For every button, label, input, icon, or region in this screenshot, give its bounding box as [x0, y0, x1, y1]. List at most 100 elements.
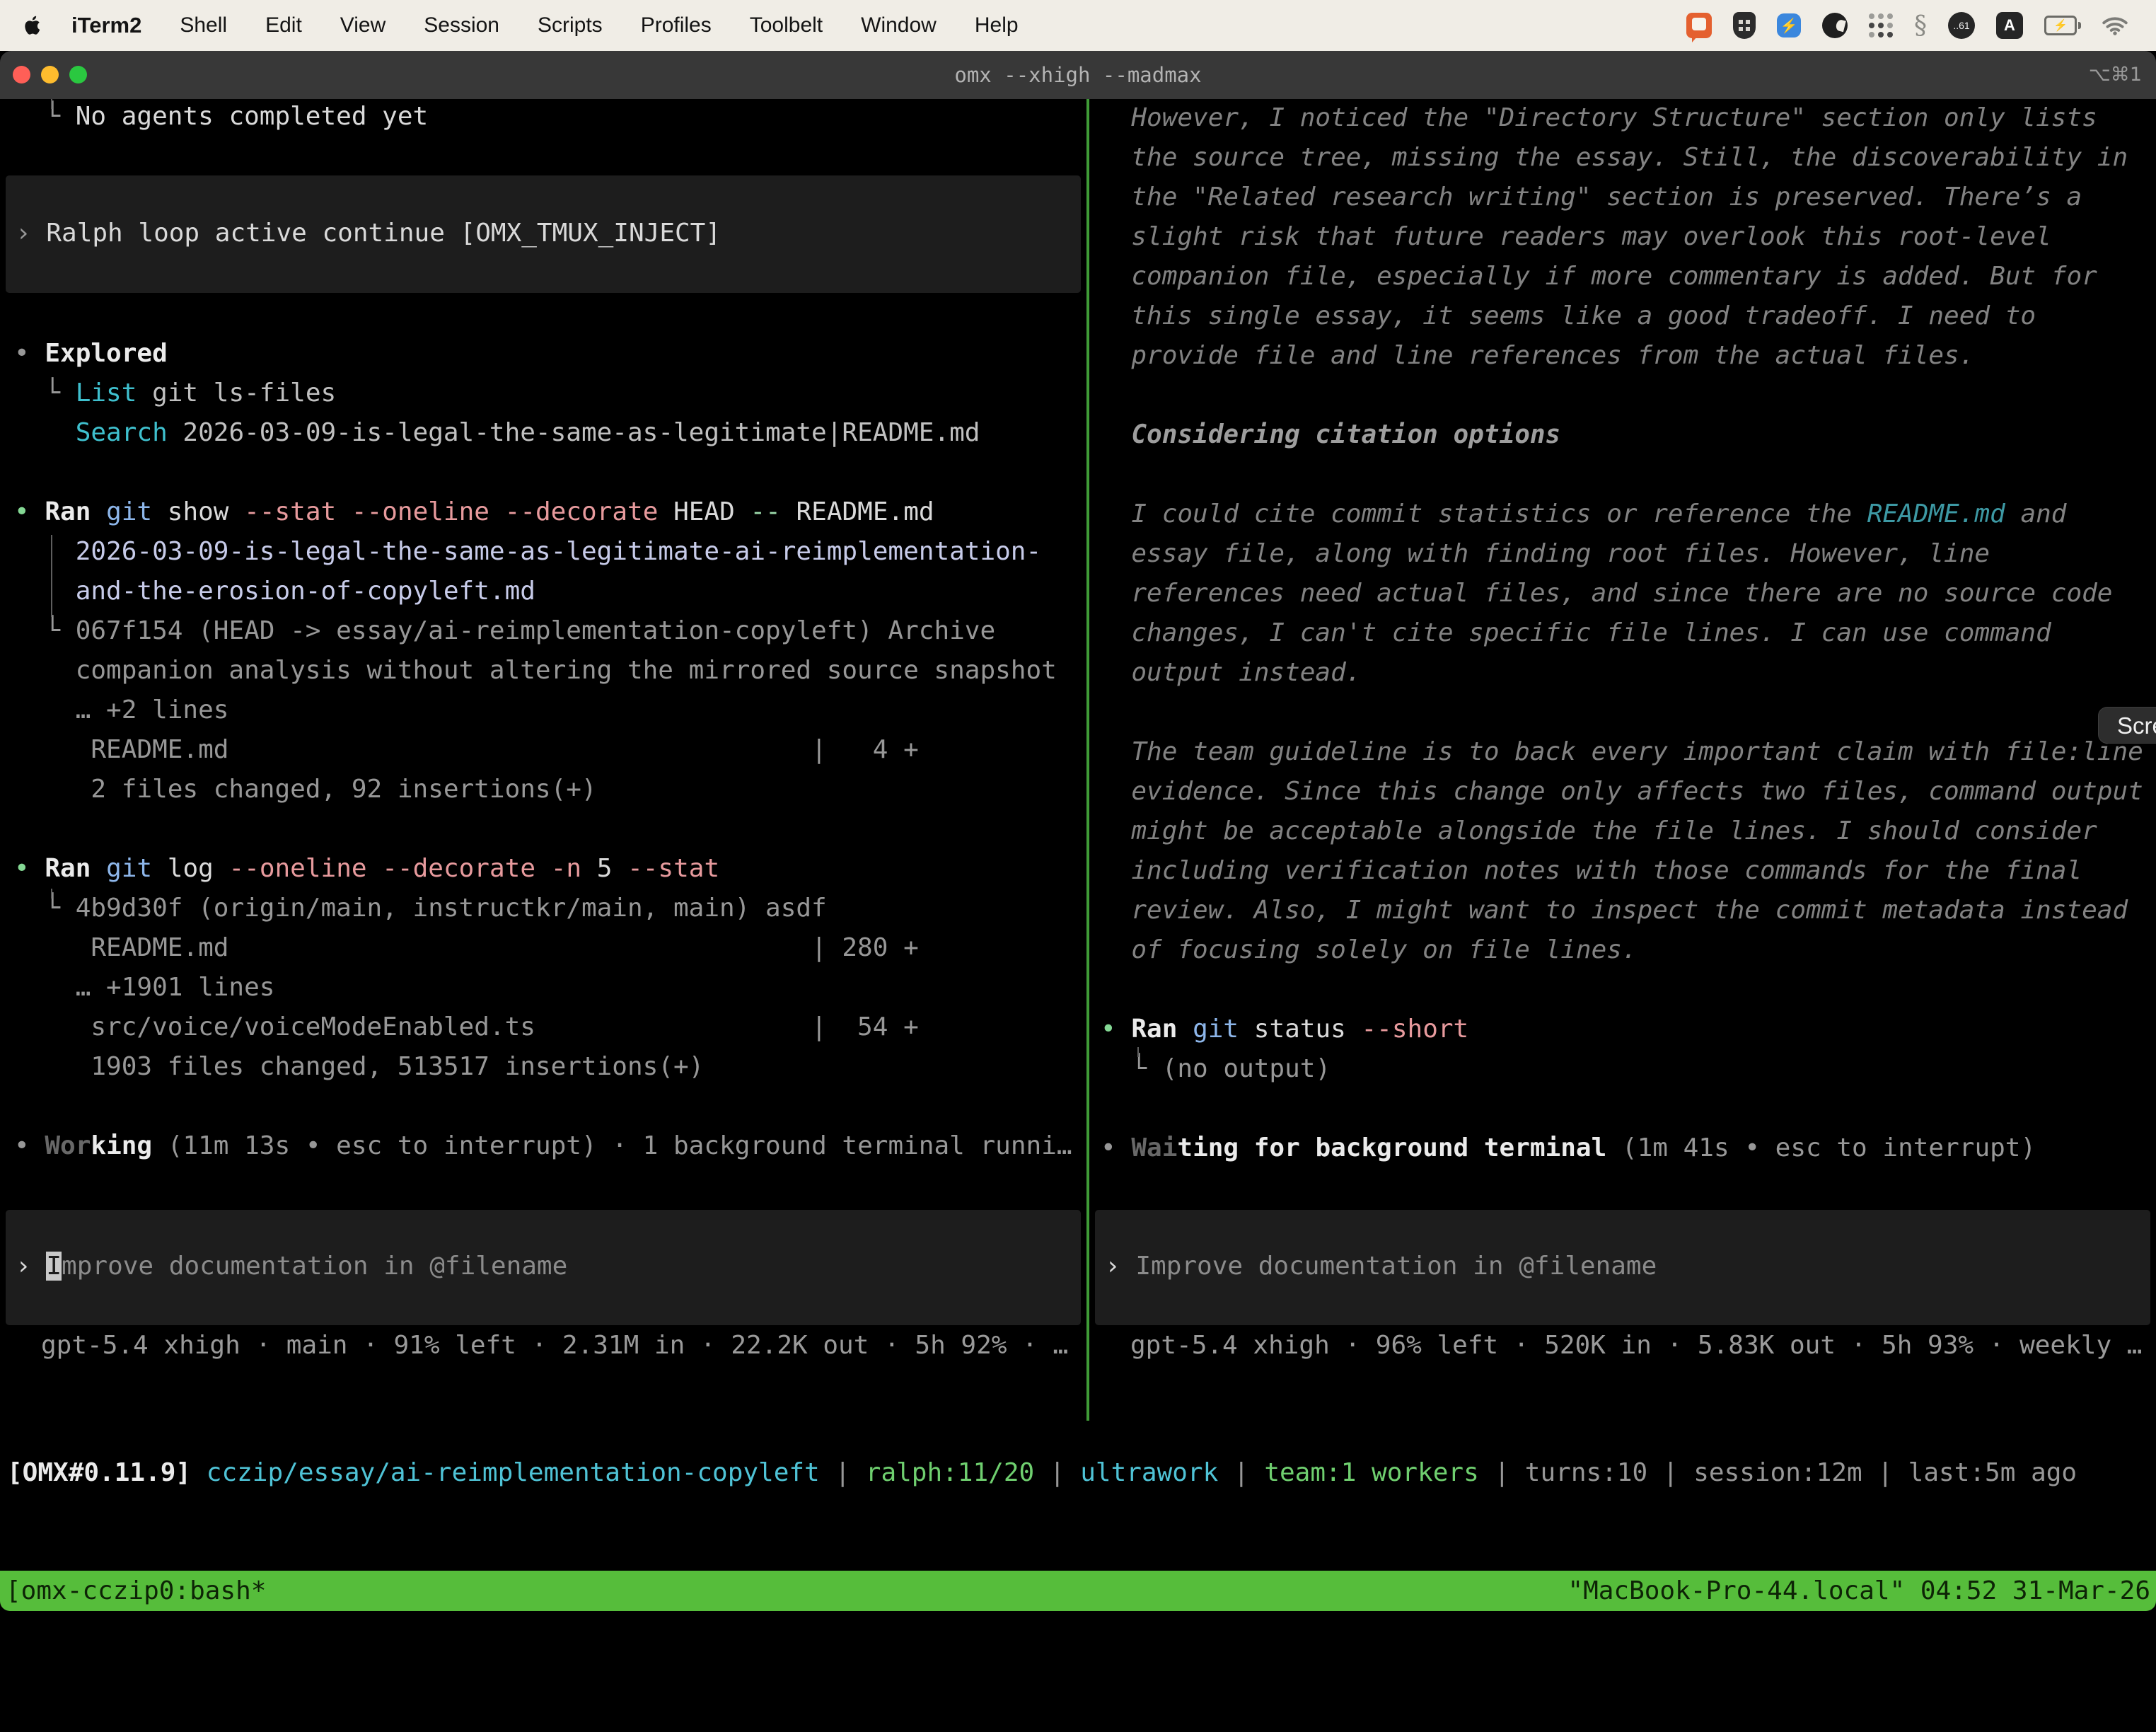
term-line: README.md | 4 +	[14, 730, 1072, 770]
battery-charging-icon[interactable]: ⚡	[2044, 16, 2081, 35]
menu-item-window[interactable]: Window	[842, 13, 956, 37]
term-line: › Improve documentation in @filename	[1105, 1247, 2150, 1286]
menu-item-iterm2[interactable]: iTerm2	[52, 13, 161, 38]
term-line: 2 files changed, 92 insertions(+)	[14, 770, 1072, 809]
badge-61-icon[interactable]: ..61	[1948, 12, 1975, 39]
menu-item-help[interactable]: Help	[956, 13, 1038, 37]
term-line: the "Related research writing" section i…	[1101, 178, 2143, 217]
term-line: this single essay, it seems like a good …	[1101, 296, 2143, 336]
tree-guide	[51, 99, 52, 109]
tmux-session-label: [omx-cczip0:bash*	[6, 1571, 266, 1611]
term-line: [OMX#0.11.9] cczip/essay/ai-reimplementa…	[7, 1453, 2077, 1493]
term-line	[14, 1087, 1072, 1126]
term-line: └ No agents completed yet	[14, 97, 428, 137]
term-line	[14, 809, 1072, 849]
left-transcript: • Explored └ List git ls-files Search 20…	[14, 334, 1072, 1166]
right-status-line: gpt-5.4 xhigh · 96% left · 520K in · 5.8…	[1130, 1326, 2142, 1366]
menubar-status-icons: ⚡ § ..61 A ⚡	[1686, 0, 2128, 51]
wifi-icon[interactable]	[2102, 16, 2128, 35]
left-prompt-input[interactable]: › Improve documentation in @filename	[6, 1210, 1081, 1325]
letter-a-icon[interactable]: A	[1996, 12, 2023, 39]
menu-item-toolbelt[interactable]: Toolbelt	[731, 13, 842, 37]
term-line: the source tree, missing the essay. Stil…	[1101, 138, 2143, 178]
window-title-bar: omx --xhigh --madmax ⌥⌘1	[0, 51, 2156, 100]
term-line	[1101, 970, 2143, 1010]
term-line: Considering citation options	[1101, 415, 2143, 455]
menu-item-edit[interactable]: Edit	[246, 13, 321, 37]
agent-tree-note: └ No agents completed yet	[14, 97, 428, 137]
term-line: › Ralph loop active continue [OMX_TMUX_I…	[16, 214, 1081, 253]
tmux-status-bar: [omx-cczip0:bash* "MacBook-Pro-44.local"…	[0, 1571, 2156, 1611]
dots-grid-icon[interactable]	[1869, 13, 1893, 37]
term-line: 1903 files changed, 513517 insertions(+)	[14, 1047, 1072, 1087]
apple-menu[interactable]	[24, 15, 42, 36]
term-line: └ (no output)	[1101, 1049, 2143, 1089]
term-line: output instead.	[1101, 653, 2143, 693]
term-line: I could cite commit statistics or refere…	[1101, 495, 2143, 534]
term-line: … +1901 lines	[14, 968, 1072, 1008]
term-line: and-the-erosion-of-copyleft.md	[14, 572, 1072, 611]
term-line: └ 067f154 (HEAD -> essay/ai-reimplementa…	[14, 611, 1072, 651]
term-line: README.md | 280 +	[14, 928, 1072, 968]
pane-divider[interactable]	[1086, 99, 1089, 1421]
term-line	[14, 453, 1072, 492]
term-line: might be acceptable alongside the file l…	[1101, 812, 2143, 851]
menu-item-profiles[interactable]: Profiles	[622, 13, 731, 37]
term-line: evidence. Since this change only affects…	[1101, 772, 2143, 812]
screen-sharing-pill[interactable]: Scre	[2098, 707, 2156, 744]
term-line: The team guideline is to back every impo…	[1101, 732, 2143, 772]
ralph-loop-line: › Ralph loop active continue [OMX_TMUX_I…	[16, 214, 1081, 253]
term-line: › Improve documentation in @filename	[16, 1247, 1081, 1286]
term-line: of focusing solely on file lines.	[1101, 930, 2143, 970]
term-line: review. Also, I might want to inspect th…	[1101, 891, 2143, 930]
ralph-loop-box[interactable]: › Ralph loop active continue [OMX_TMUX_I…	[6, 175, 1081, 293]
term-line: • Ran git log --oneline --decorate -n 5 …	[14, 849, 1072, 889]
menu-items: iTerm2ShellEditViewSessionScriptsProfile…	[52, 13, 1038, 38]
tree-guide	[51, 535, 52, 617]
term-line	[1101, 376, 2143, 415]
term-line	[1101, 455, 2143, 495]
chat-bubble-icon[interactable]	[1686, 13, 1712, 38]
term-line: companion file, especially if more comme…	[1101, 257, 2143, 296]
tmux-host-clock: "MacBook-Pro-44.local" 04:52 31-Mar-26	[1567, 1571, 2150, 1611]
term-line: 2026-03-09-is-legal-the-same-as-legitima…	[14, 532, 1072, 572]
window-shortcut-badge: ⌥⌘1	[2089, 51, 2142, 99]
term-line: src/voice/voiceModeEnabled.ts | 54 +	[14, 1008, 1072, 1047]
menu-bar: iTerm2ShellEditViewSessionScriptsProfile…	[0, 0, 2156, 51]
term-line: … +2 lines	[14, 691, 1072, 730]
term-line: • Explored	[14, 334, 1072, 374]
tree-guide	[51, 889, 52, 899]
term-line: references need actual files, and since …	[1101, 574, 2143, 613]
apple-icon	[24, 15, 42, 36]
term-line: └ List git ls-files	[14, 374, 1072, 413]
term-line: essay file, along with finding root file…	[1101, 534, 2143, 574]
term-line: • Ran git status --short	[1101, 1010, 2143, 1049]
menu-item-scripts[interactable]: Scripts	[518, 13, 622, 37]
left-status-line: gpt-5.4 xhigh · main · 91% left · 2.31M …	[41, 1326, 1068, 1366]
omx-status-bar: [OMX#0.11.9] cczip/essay/ai-reimplementa…	[7, 1453, 2077, 1493]
term-line	[1101, 693, 2143, 732]
menu-item-session[interactable]: Session	[405, 13, 518, 37]
right-prompt-line: › Improve documentation in @filename	[1105, 1247, 2150, 1286]
term-line: provide file and line references from th…	[1101, 336, 2143, 376]
squiggle-icon[interactable]: §	[1914, 11, 1927, 40]
term-line: • Waiting for background terminal (1m 41…	[1101, 1128, 2143, 1168]
menu-item-view[interactable]: View	[321, 13, 405, 37]
term-line: changes, I can't cite specific file line…	[1101, 613, 2143, 653]
term-line	[1101, 1089, 2143, 1128]
term-line: └ 4b9d30f (origin/main, instructkr/main,…	[14, 889, 1072, 928]
shield-grid-icon[interactable]	[1733, 12, 1756, 39]
terminal-content: └ No agents completed yet › Ralph loop a…	[0, 99, 2156, 1563]
blue-lightning-badge-icon[interactable]: ⚡	[1777, 13, 1801, 37]
term-line: companion analysis without altering the …	[14, 651, 1072, 691]
window-title: omx --xhigh --madmax	[0, 51, 2156, 99]
right-prompt-input[interactable]: › Improve documentation in @filename	[1095, 1210, 2150, 1325]
term-line: • Ran git show --stat --oneline --decora…	[14, 492, 1072, 532]
menu-item-shell[interactable]: Shell	[161, 13, 246, 37]
dark-crescent-circle-icon[interactable]	[1822, 13, 1848, 38]
term-line: However, I noticed the "Directory Struct…	[1101, 98, 2143, 138]
term-line: slight risk that future readers may over…	[1101, 217, 2143, 257]
iterm2-window: omx --xhigh --madmax ⌥⌘1 └ No agents com…	[0, 51, 2156, 1563]
right-transcript: However, I noticed the "Directory Struct…	[1101, 98, 2143, 1168]
desktop: { "window": { "title": "omx --xhigh --ma…	[0, 0, 2156, 1579]
